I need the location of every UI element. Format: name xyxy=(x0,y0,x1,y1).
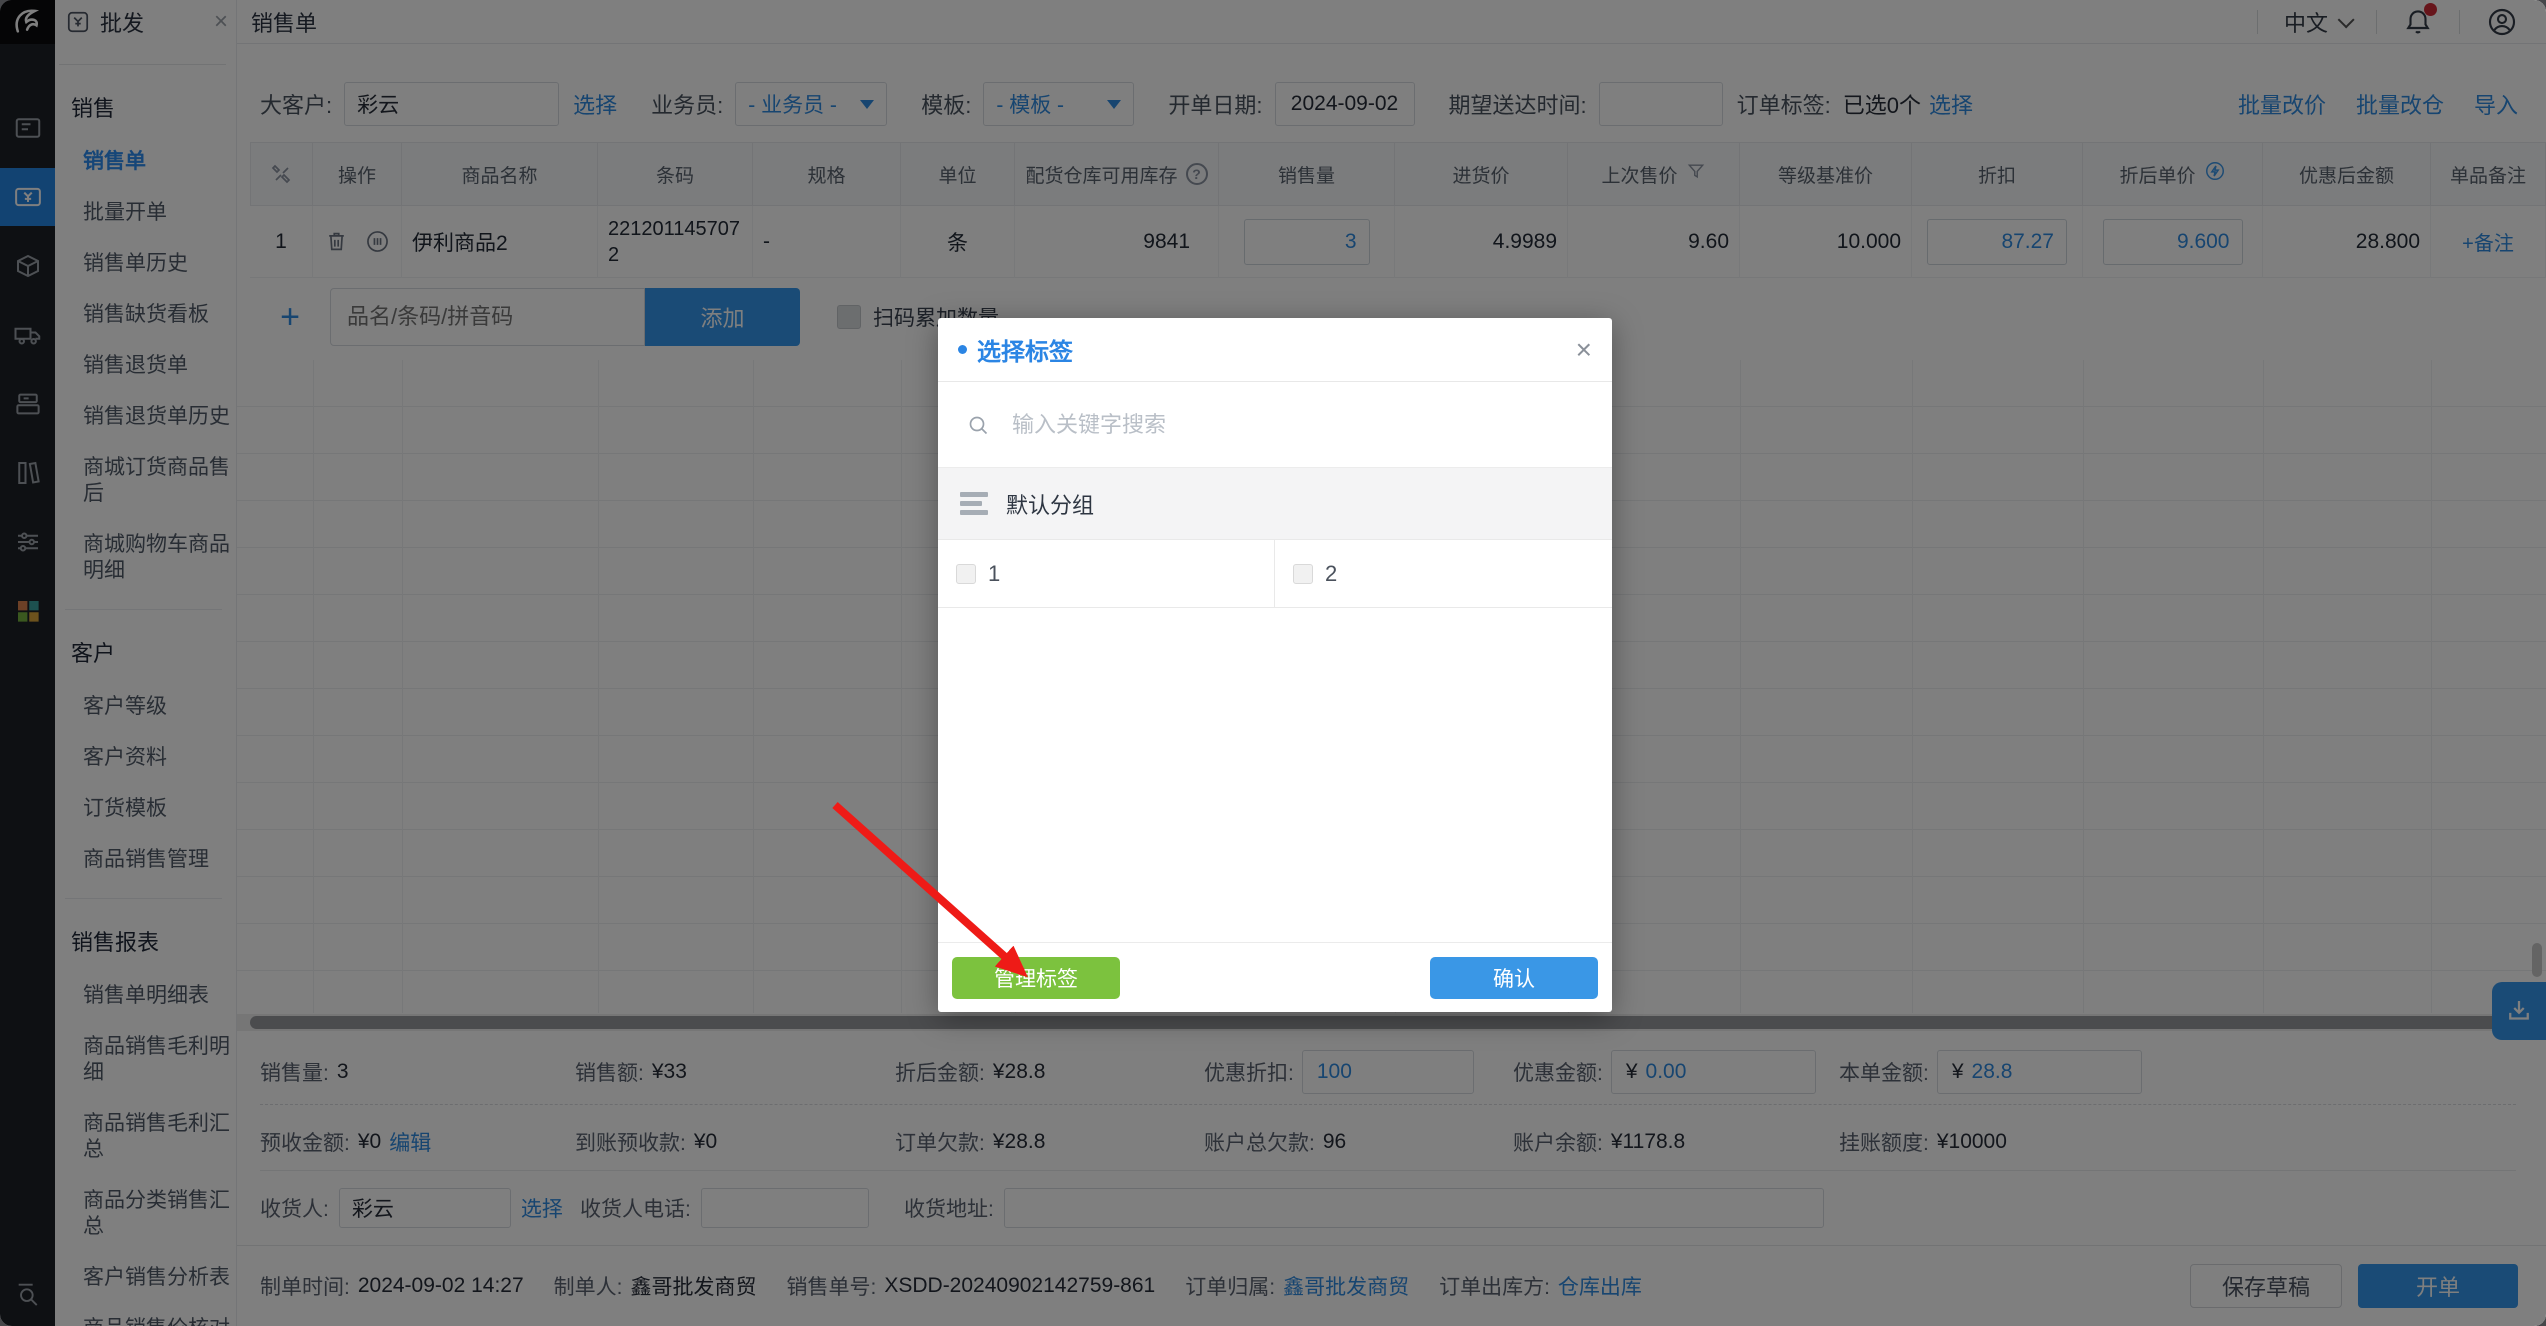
modal-empty-area xyxy=(938,608,1612,942)
manage-tags-button[interactable]: 管理标签 xyxy=(952,957,1120,999)
tag-item-1[interactable]: 1 xyxy=(938,540,1275,607)
checkbox[interactable] xyxy=(956,564,976,584)
app-window: 批发 × 销售 销售单 批量开单 销售单历史 销售缺货看板 销售退货单 销售退货… xyxy=(0,0,2546,1326)
checkbox[interactable] xyxy=(1293,564,1313,584)
group-name: 默认分组 xyxy=(1006,488,1094,520)
tag-item-2[interactable]: 2 xyxy=(1275,540,1612,607)
modal-title: 选择标签 xyxy=(977,332,1073,367)
title-dot-icon xyxy=(958,345,967,354)
tag-items-row: 1 2 xyxy=(938,540,1612,608)
tag-group-header[interactable]: 默认分组 xyxy=(938,468,1612,540)
close-icon[interactable]: × xyxy=(1576,336,1592,364)
tag-search-input[interactable] xyxy=(1012,412,1584,438)
tag-label: 2 xyxy=(1325,561,1337,587)
group-list-icon xyxy=(960,492,988,515)
tag-label: 1 xyxy=(988,561,1000,587)
modal-footer: 管理标签 确认 xyxy=(938,942,1612,1012)
select-tag-modal: 选择标签 × 默认分组 1 2 管理标签 确认 xyxy=(938,318,1612,1012)
tag-search-row xyxy=(938,382,1612,468)
search-icon xyxy=(966,413,990,437)
modal-header: 选择标签 × xyxy=(938,318,1612,382)
confirm-button[interactable]: 确认 xyxy=(1430,957,1598,999)
